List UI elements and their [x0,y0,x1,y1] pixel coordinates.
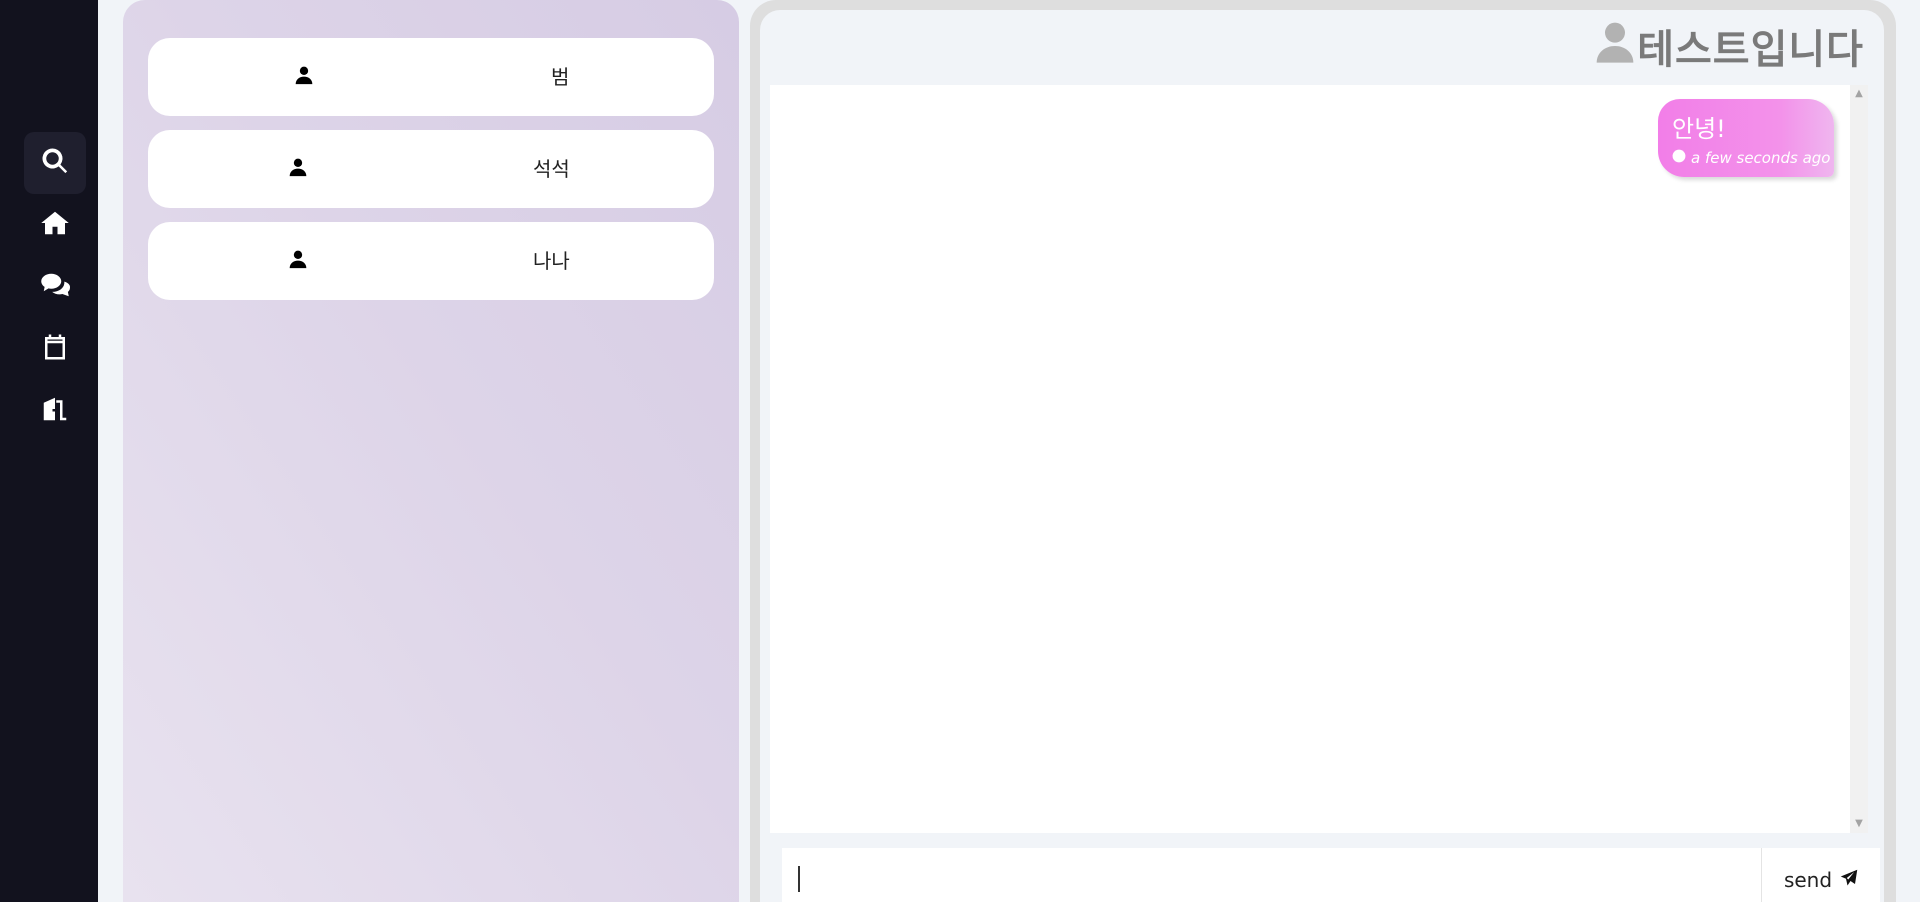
message-composer: send [782,848,1880,902]
message-list[interactable]: 안녕! a few seconds ago ▲ ▼ [770,85,1868,833]
nav-chat-button[interactable] [24,256,86,318]
chat-header: 테스트입니다 [1595,22,1864,73]
contact-name: 나나 [533,249,570,273]
contact-item[interactable]: 범 [148,38,714,116]
nav-logout-button[interactable] [24,380,86,442]
send-label: send [1783,868,1833,892]
contact-name: 석석 [533,157,570,181]
scroll-up-icon[interactable]: ▲ [1850,85,1868,103]
nav-search-button[interactable] [24,132,86,194]
contact-item[interactable]: 석석 [148,130,714,208]
paper-plane-icon [1832,868,1858,892]
contact-item[interactable]: 나나 [148,222,714,300]
search-icon [40,146,70,180]
calendar-icon [40,332,70,366]
message-text: 안녕! [1672,115,1726,143]
contact-name: 범 [551,65,570,89]
message-input[interactable] [782,848,1762,902]
scroll-down-icon[interactable]: ▼ [1850,815,1868,833]
user-icon [288,156,308,178]
message-timestamp: a few seconds ago [1672,149,1830,167]
logout-door-icon [40,394,70,428]
clock-icon [1672,149,1691,167]
sidebar-nav [0,0,98,902]
send-button[interactable]: send [1762,848,1880,902]
contacts-panel: 범 석석 나나 [123,0,739,902]
chat-window: 테스트입니다 안녕! a few seconds ago ▲ ▼ send [760,10,1884,902]
nav-home-button[interactable] [24,194,86,256]
chat-title: 테스트입니다 [1637,27,1864,73]
message-bubble: 안녕! a few seconds ago [1658,99,1834,177]
text-caret [798,866,800,892]
message-time-text: a few seconds ago [1691,149,1831,167]
home-icon [40,208,70,242]
chat-icon [40,270,70,304]
user-icon [294,64,314,86]
message-scrollbar[interactable]: ▲ ▼ [1850,85,1868,833]
nav-calendar-button[interactable] [24,318,86,380]
user-icon [288,248,308,270]
chat-panel: 테스트입니다 안녕! a few seconds ago ▲ ▼ send [750,0,1896,902]
user-icon [1595,19,1637,73]
